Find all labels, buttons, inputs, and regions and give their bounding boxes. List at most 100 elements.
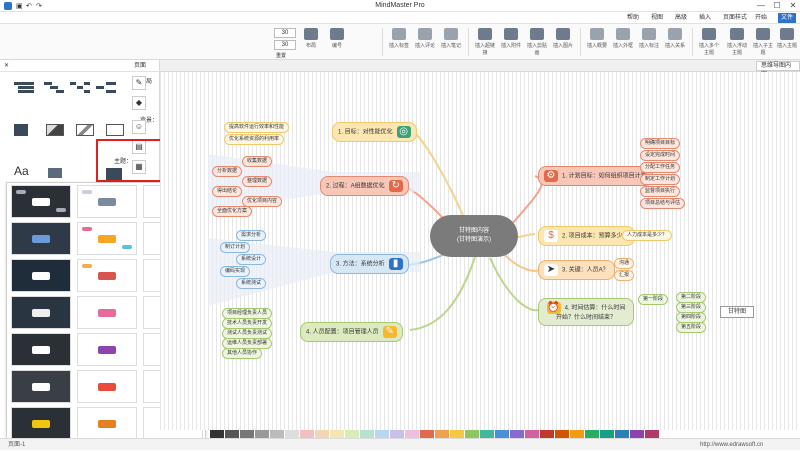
leaf-item[interactable]: 分配工作任务 (640, 162, 681, 173)
menu-home[interactable]: 开始 (752, 13, 770, 23)
leaf-item[interactable]: 明确项目目标 (640, 138, 681, 149)
color-swatch[interactable] (240, 430, 254, 438)
leaf-item[interactable]: 系统测试 (236, 278, 267, 289)
branch-process[interactable]: 2. 过程：A组数据优化 ↻ (320, 176, 409, 196)
insert-tag-button[interactable]: 插入标签 (388, 26, 410, 58)
color-swatch[interactable] (540, 430, 554, 438)
redo-icon[interactable]: ↷ (36, 2, 42, 10)
color-swatch[interactable] (510, 430, 524, 438)
color-swatch[interactable] (360, 430, 374, 438)
insert-relationship-button[interactable]: 插入关系 (664, 26, 686, 58)
summary-node[interactable]: 甘特图 (720, 306, 754, 318)
theme-font-icon[interactable]: Aa (14, 164, 29, 178)
color-swatch[interactable] (225, 430, 239, 438)
spacing-stepper-2[interactable]: 30 (274, 40, 296, 50)
layout-button[interactable]: 布局 (300, 26, 322, 58)
leaf-item[interactable]: 收集数据 (242, 156, 273, 167)
leaf-item[interactable]: 其他人员协作 (222, 348, 263, 359)
color-swatch[interactable] (555, 430, 569, 438)
color-swatch[interactable] (570, 430, 584, 438)
leaf-item[interactable]: 系统设计 (236, 254, 267, 265)
insert-boundary-button[interactable]: 插入外框 (612, 26, 634, 58)
color-swatch[interactable] (645, 430, 659, 438)
reset-button[interactable]: 重置 (276, 52, 286, 59)
insert-image-button[interactable]: 插入图片 (552, 26, 574, 58)
background-none-icon[interactable] (106, 124, 124, 136)
color-swatch[interactable] (315, 430, 329, 438)
color-swatch[interactable] (450, 430, 464, 438)
leaf-item[interactable]: 第五阶段 (676, 322, 707, 333)
branch-key[interactable]: ➤ 3. 关键：人员A？ (538, 260, 615, 280)
leaf-item[interactable]: 得出结论 (212, 186, 243, 197)
leaf-item[interactable]: 整理数据 (242, 176, 273, 187)
spacing-stepper[interactable]: 30 (274, 28, 296, 38)
background-color-icon[interactable] (14, 124, 28, 136)
theme-color-icon[interactable] (48, 168, 62, 178)
leaf-item[interactable]: 汇报 (614, 270, 635, 281)
color-swatch[interactable] (375, 430, 389, 438)
color-swatch[interactable] (495, 430, 509, 438)
menu-insert[interactable]: 插入 (696, 13, 714, 23)
style-icon[interactable]: ◆ (132, 96, 146, 110)
save-icon[interactable]: ▣ (16, 2, 23, 10)
branch-method[interactable]: 3. 方法：系统分析 ▮ (330, 254, 409, 274)
branch-goal[interactable]: 1. 目标：对性能优化 ◎ (332, 122, 417, 142)
leaf-item[interactable]: 监督项目执行 (640, 186, 681, 197)
menu-advanced[interactable]: 高级 (672, 13, 690, 23)
leaf-item[interactable]: 项目总结与评估 (640, 198, 686, 209)
color-swatch[interactable] (585, 430, 599, 438)
theme-thumbnail[interactable] (77, 185, 137, 218)
minimize-button[interactable]: — (754, 1, 768, 11)
insert-summary-button[interactable]: 插入概要 (586, 26, 608, 58)
layout-balanced-map-icon[interactable] (70, 82, 90, 94)
branch-cost[interactable]: $2. 项目成本：预算多少？ (538, 226, 635, 246)
insert-callout-button[interactable]: 插入标注 (638, 26, 660, 58)
numbering-button[interactable]: 编号 (326, 26, 348, 58)
color-swatch[interactable] (480, 430, 494, 438)
layout-tree-icon[interactable] (44, 82, 64, 94)
layout-list-icon[interactable] (14, 82, 34, 94)
insert-floating-topic-button[interactable]: 插入浮动主题 (726, 26, 748, 58)
branch-staffing[interactable]: 4. 人员配置：项目管理人员 ✎ (300, 322, 403, 342)
background-texture-icon[interactable] (46, 124, 64, 136)
layout-right-map-icon[interactable] (96, 82, 116, 94)
status-url[interactable]: http://www.edrawsoft.cn (700, 439, 763, 451)
menu-file[interactable]: 文件 (778, 13, 797, 23)
central-topic[interactable]: 甘特图内容 (甘特图演示) (430, 215, 518, 257)
leaf-item[interactable]: 制定工作计划 (640, 174, 681, 185)
color-swatch[interactable] (465, 430, 479, 438)
leaf-item[interactable]: 提高软件运行效率和性能 (224, 122, 290, 133)
insert-attachment-button[interactable]: 插入附件 (500, 26, 522, 58)
page-format-icon[interactable]: ✎ (132, 76, 146, 90)
theme-thumbnail[interactable] (77, 333, 137, 366)
document-tab[interactable]: 思维导图内容 ✕ (756, 61, 800, 78)
color-swatch[interactable] (330, 430, 344, 438)
panel-close-icon[interactable]: ✕ (4, 60, 9, 72)
leaf-item[interactable]: 需求分析 (236, 230, 267, 241)
leaf-item[interactable]: 第一阶段 (638, 294, 669, 305)
color-swatch[interactable] (615, 430, 629, 438)
theme-thumbnail[interactable] (11, 185, 71, 218)
leaf-item[interactable]: 人力成本是多少？ (622, 230, 673, 241)
insert-subtopic-button[interactable]: 插入子主题 (752, 26, 774, 58)
theme-thumbnail[interactable] (77, 407, 137, 440)
insert-note-button[interactable]: 插入笔记 (440, 26, 462, 58)
insert-clipart-button[interactable]: 插入剪贴画 (526, 26, 548, 58)
color-swatch[interactable] (300, 430, 314, 438)
theme-thumbnail[interactable] (11, 333, 71, 366)
undo-icon[interactable]: ↶ (26, 2, 32, 10)
leaf-item[interactable]: 全面优化方案 (212, 206, 253, 217)
theme-thumbnail[interactable] (77, 259, 137, 292)
leaf-item[interactable]: 设定完成时间 (640, 150, 681, 161)
color-swatch[interactable] (255, 430, 269, 438)
theme-thumbnail[interactable] (11, 259, 71, 292)
background-image-icon[interactable] (76, 124, 94, 136)
theme-thumbnail[interactable] (77, 222, 137, 255)
color-swatch[interactable] (345, 430, 359, 438)
theme-thumbnail[interactable] (77, 296, 137, 329)
color-swatch[interactable] (405, 430, 419, 438)
theme-thumbnail[interactable] (77, 370, 137, 403)
color-swatch[interactable] (210, 430, 224, 438)
color-swatch[interactable] (270, 430, 284, 438)
color-swatch[interactable] (420, 430, 434, 438)
